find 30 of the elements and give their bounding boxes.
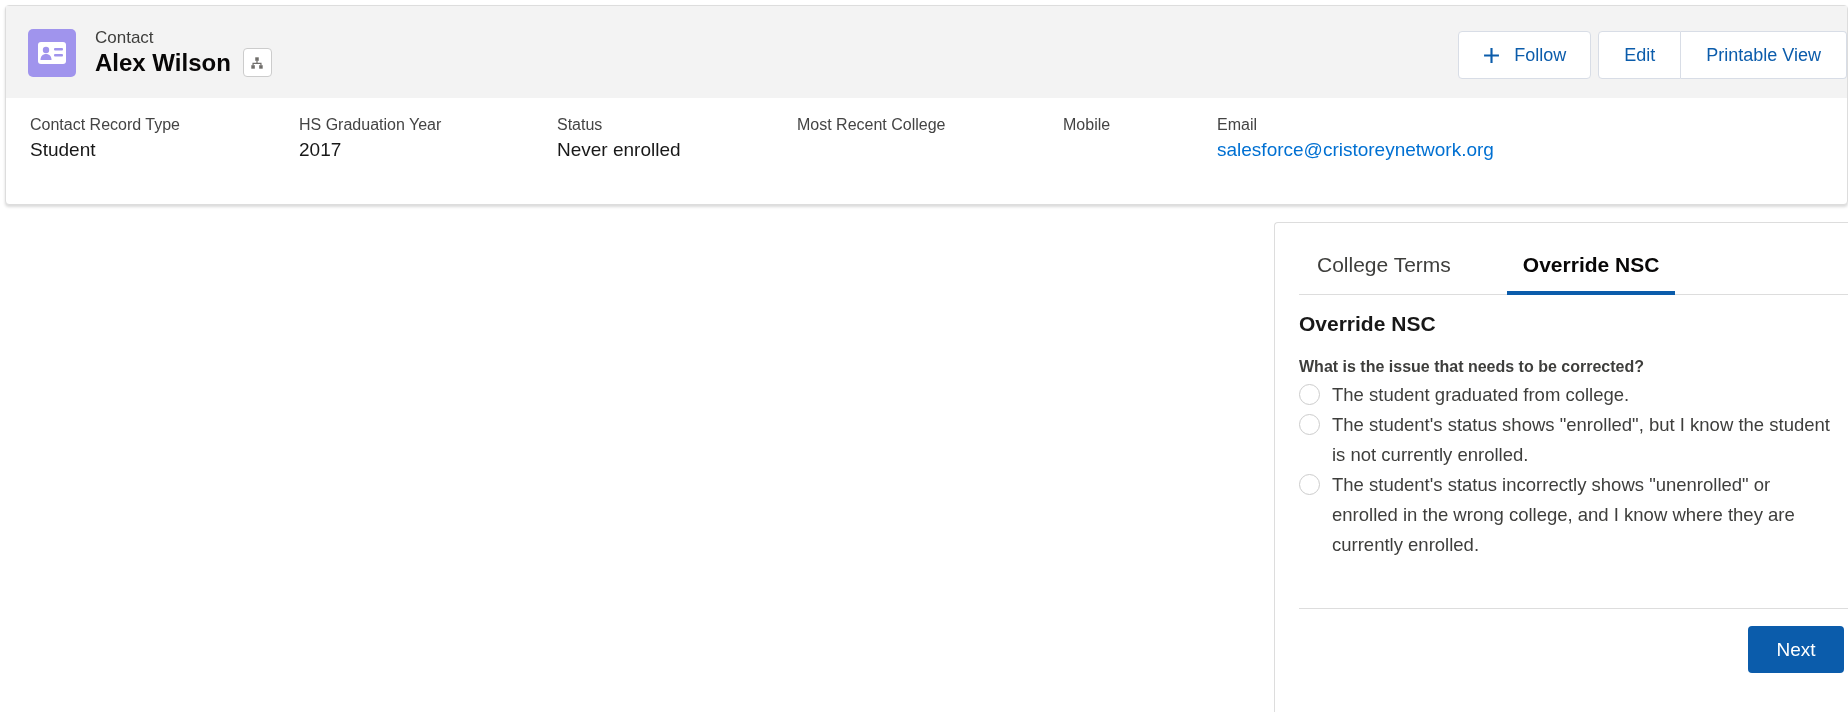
radio-button[interactable] (1299, 474, 1320, 495)
field-label: Email (1217, 116, 1258, 134)
form-heading: Override NSC (1299, 312, 1437, 336)
tab[interactable]: Override NSC (1506, 249, 1676, 295)
hierarchy-icon (250, 55, 265, 70)
question-label: What is the issue that needs to be corrected? (1299, 358, 1645, 376)
field-value: 2017 (299, 139, 343, 161)
contact-card-icon (28, 28, 76, 77)
field-value: Never enrolled (557, 139, 682, 161)
follow-button[interactable]: Follow (1458, 31, 1592, 79)
option-label: The student graduated from college. (1332, 383, 1631, 407)
radio-button[interactable] (1299, 414, 1320, 435)
field-label: HS Graduation Year (299, 116, 443, 134)
action-button[interactable]: Edit (1598, 31, 1682, 79)
hierarchy-button[interactable] (242, 48, 272, 77)
action-button[interactable]: Printable View (1681, 31, 1847, 79)
option-label: The student's status shows "enrolled", but I know the student is not currently enrolled. (1332, 413, 1831, 467)
field-value: Student (30, 139, 97, 161)
option-label: The student's status incorrectly shows "unenrolled" or enrolled in the wrong college, and I know where they are currently enrolled. (1332, 473, 1796, 557)
field-label: Status (557, 116, 604, 134)
field-label: Most Recent College (797, 116, 947, 134)
field-label: Contact Record Type (30, 116, 181, 134)
radio-button[interactable] (1299, 384, 1320, 405)
email-link[interactable]: salesforce@cristoreynetwork.org (1217, 139, 1823, 161)
record-name: Alex Wilson (95, 48, 231, 77)
next-button[interactable]: Next (1748, 626, 1844, 673)
tab[interactable]: College Terms (1317, 249, 1467, 295)
field-label: Mobile (1063, 116, 1112, 134)
plus-icon (1483, 46, 1501, 64)
object-type-label: Contact (95, 28, 155, 48)
